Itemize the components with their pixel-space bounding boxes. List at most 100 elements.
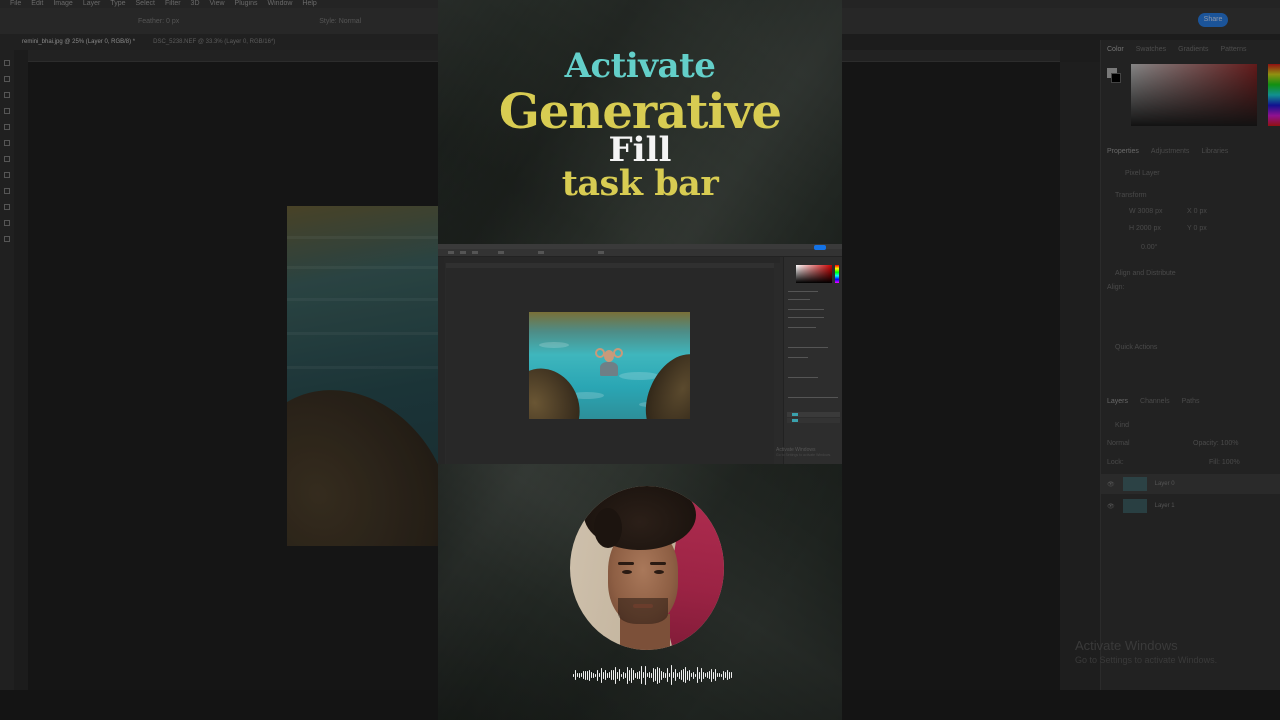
waveform-bar bbox=[580, 673, 582, 677]
hand-tool-icon[interactable] bbox=[4, 236, 10, 242]
menu-type[interactable]: Type bbox=[110, 0, 125, 8]
waveform-bar bbox=[582, 671, 584, 679]
waveform-bar bbox=[706, 672, 708, 678]
feather-field[interactable]: Feather: 0 px bbox=[138, 18, 179, 25]
menu-layer[interactable]: Layer bbox=[83, 0, 101, 8]
activate-windows-title: Activate Windows bbox=[1075, 638, 1178, 653]
waveform-bar bbox=[674, 669, 676, 681]
menu-select[interactable]: Select bbox=[136, 0, 155, 8]
tab-document-2[interactable]: DSC_5238.NEF @ 33.3% (Layer 0, RGB/16*) bbox=[153, 34, 275, 50]
waveform-bar bbox=[578, 672, 580, 678]
swimmer-figure bbox=[595, 348, 623, 382]
background-color-swatch[interactable] bbox=[1111, 73, 1121, 83]
pen-tool-icon[interactable] bbox=[4, 204, 10, 210]
angle-field[interactable]: 0.00° bbox=[1141, 244, 1157, 251]
waveform-bar bbox=[696, 667, 698, 683]
menu-image[interactable]: Image bbox=[53, 0, 72, 8]
waveform-bar bbox=[702, 671, 704, 679]
waveform-bar bbox=[592, 672, 594, 678]
layer-thumbnail bbox=[1122, 499, 1147, 513]
type-tool-icon[interactable] bbox=[4, 220, 10, 226]
waveform-bar bbox=[628, 669, 630, 681]
crop-tool-icon[interactable] bbox=[4, 108, 10, 114]
waveform-bar bbox=[610, 670, 612, 680]
mini-right-panel bbox=[783, 257, 842, 464]
height-field[interactable]: H 2000 px bbox=[1129, 225, 1161, 232]
waveform-bar bbox=[638, 671, 640, 679]
tab-color[interactable]: Color bbox=[1107, 46, 1124, 53]
tab-swatches[interactable]: Swatches bbox=[1136, 46, 1166, 53]
menu-help[interactable]: Help bbox=[302, 0, 316, 8]
tab-gradients[interactable]: Gradients bbox=[1178, 46, 1208, 53]
waveform-bar bbox=[650, 672, 652, 678]
menu-file[interactable]: File bbox=[10, 0, 21, 8]
waveform-bar bbox=[654, 669, 656, 681]
menu-plugins[interactable]: Plugins bbox=[235, 0, 258, 8]
waveform-bar bbox=[698, 671, 700, 679]
waveform-bar bbox=[596, 669, 598, 681]
eye-icon[interactable]: 👁 bbox=[1107, 481, 1115, 488]
fill-field[interactable]: Fill: 100% bbox=[1209, 459, 1240, 466]
share-button[interactable]: Share bbox=[1198, 13, 1228, 27]
scrollbar[interactable] bbox=[1060, 62, 1100, 690]
lasso-tool-icon[interactable] bbox=[4, 92, 10, 98]
hue-slider[interactable] bbox=[1268, 64, 1280, 126]
menu-filter[interactable]: Filter bbox=[165, 0, 181, 8]
document-tabs: remini_bhai.jpg @ 25% (Layer 0, RGB/8) *… bbox=[0, 34, 440, 50]
waveform-bar bbox=[608, 672, 610, 678]
waveform-bar bbox=[664, 672, 666, 678]
brush-tool-icon[interactable] bbox=[4, 140, 10, 146]
layer-row[interactable]: 👁 Layer 0 bbox=[1101, 474, 1280, 494]
style-select[interactable]: Style: Normal bbox=[319, 18, 361, 25]
eraser-tool-icon[interactable] bbox=[4, 172, 10, 178]
marquee-tool-icon[interactable] bbox=[4, 76, 10, 82]
menu-3d[interactable]: 3D bbox=[191, 0, 200, 8]
waveform-bar bbox=[672, 672, 674, 678]
blend-mode-select[interactable]: Normal bbox=[1107, 440, 1130, 447]
layer-row[interactable]: 👁 Layer 1 bbox=[1101, 496, 1280, 516]
waveform-bar bbox=[572, 673, 574, 677]
tab-layers[interactable]: Layers bbox=[1107, 398, 1128, 405]
eye-icon[interactable]: 👁 bbox=[1107, 503, 1115, 510]
waveform-bar bbox=[724, 672, 726, 678]
tab-paths[interactable]: Paths bbox=[1182, 398, 1200, 405]
y-field[interactable]: Y 0 px bbox=[1187, 225, 1207, 232]
mini-share-button bbox=[814, 245, 826, 250]
transform-heading[interactable]: Transform bbox=[1115, 192, 1147, 199]
tab-adjustments[interactable]: Adjustments bbox=[1151, 148, 1190, 155]
move-tool-icon[interactable] bbox=[4, 60, 10, 66]
waveform-bar bbox=[630, 667, 632, 683]
tab-patterns[interactable]: Patterns bbox=[1220, 46, 1246, 53]
width-field[interactable]: W 3008 px bbox=[1129, 208, 1162, 215]
waveform-bar bbox=[694, 673, 696, 677]
waveform-bar bbox=[640, 666, 642, 684]
align-heading[interactable]: Align and Distribute bbox=[1115, 270, 1176, 277]
menu-view[interactable]: View bbox=[210, 0, 225, 8]
waveform-bar bbox=[586, 670, 588, 680]
layer-kind-filter[interactable]: Kind bbox=[1115, 422, 1129, 429]
menu-edit[interactable]: Edit bbox=[31, 0, 43, 8]
waveform-bar bbox=[606, 672, 608, 678]
waveform-bar bbox=[682, 668, 684, 682]
tab-libraries[interactable]: Libraries bbox=[1201, 148, 1228, 155]
opacity-field[interactable]: Opacity: 100% bbox=[1193, 440, 1239, 447]
waveform-bar bbox=[590, 672, 592, 678]
activate-windows-subtitle: Go to Settings to activate Windows. bbox=[1075, 655, 1218, 665]
tab-channels[interactable]: Channels bbox=[1140, 398, 1170, 405]
gradient-tool-icon[interactable] bbox=[4, 188, 10, 194]
lock-label: Lock: bbox=[1107, 459, 1124, 466]
stamp-tool-icon[interactable] bbox=[4, 156, 10, 162]
waveform-bar bbox=[684, 667, 686, 683]
quick-actions-heading[interactable]: Quick Actions bbox=[1115, 344, 1157, 351]
waveform-bar bbox=[644, 665, 646, 685]
tab-document-1[interactable]: remini_bhai.jpg @ 25% (Layer 0, RGB/8) * bbox=[22, 34, 135, 50]
color-picker-field[interactable] bbox=[1131, 64, 1257, 126]
menu-window[interactable]: Window bbox=[268, 0, 293, 8]
tab-properties[interactable]: Properties bbox=[1107, 148, 1139, 155]
waveform-bar bbox=[634, 672, 636, 678]
x-field[interactable]: X 0 px bbox=[1187, 208, 1207, 215]
waveform-bar bbox=[618, 669, 620, 681]
eyedropper-tool-icon[interactable] bbox=[4, 124, 10, 130]
waveform-bar bbox=[666, 668, 668, 682]
reel-overlay: Activate Generative Fill task bar Activa… bbox=[438, 0, 842, 720]
